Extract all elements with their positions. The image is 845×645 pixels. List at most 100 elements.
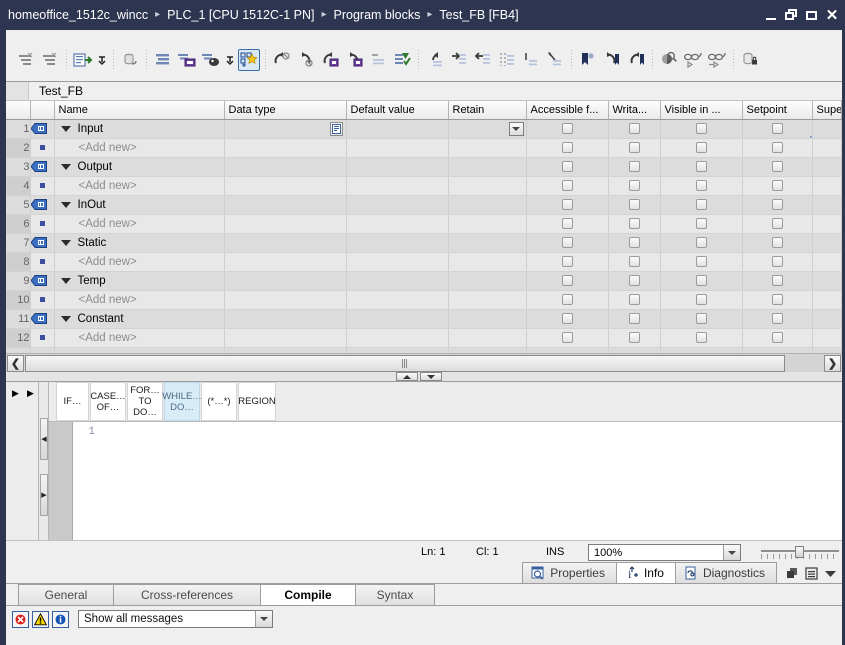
retain-dropdown-icon[interactable] [509, 122, 524, 136]
cell-add-new[interactable]: <Add new> [54, 138, 224, 157]
goto-previous-icon[interactable] [295, 49, 317, 71]
cell-add-new[interactable]: <Add new> [54, 252, 224, 271]
table-row[interactable]: 4 <Add new> [6, 176, 842, 195]
cell-setpoint[interactable] [742, 271, 812, 290]
status-insert-mode[interactable]: INS [546, 546, 564, 558]
zoom-slider[interactable] [761, 546, 839, 560]
cell-visible[interactable] [660, 176, 742, 195]
cell-writable[interactable] [608, 309, 660, 328]
scrollbar-track[interactable] [25, 355, 823, 372]
checkbox[interactable] [772, 218, 783, 229]
chevron-down-icon[interactable] [723, 545, 740, 560]
cell-setpoint[interactable] [742, 290, 812, 309]
checkbox[interactable] [696, 123, 707, 134]
cell-setpoint[interactable] [742, 328, 812, 347]
table-row[interactable]: 8 <Add new> [6, 252, 842, 271]
cell-supervision[interactable] [812, 195, 842, 214]
table-row[interactable]: 10 <Add new> [6, 290, 842, 309]
cell-datatype[interactable] [224, 214, 346, 233]
checkbox[interactable] [629, 218, 640, 229]
checkbox[interactable] [772, 332, 783, 343]
col-header-setpoint[interactable]: Setpoint [742, 101, 812, 119]
breadcrumb-block[interactable]: Test_FB [FB4] [439, 8, 518, 22]
table-row[interactable]: 6 <Add new> [6, 214, 842, 233]
checkbox[interactable] [696, 275, 707, 286]
chevron-down-icon[interactable] [61, 316, 71, 322]
table-row[interactable]: 2 <Add new> [6, 138, 842, 157]
indent-left-icon[interactable] [472, 49, 494, 71]
table-row[interactable]: 1 Input [6, 119, 842, 138]
message-filter-combobox[interactable]: Show all messages [78, 610, 273, 628]
cell-supervision[interactable] [812, 252, 842, 271]
checkbox[interactable] [629, 199, 640, 210]
cell-name[interactable]: Output [54, 157, 224, 176]
checkbox[interactable] [629, 142, 640, 153]
checkbox[interactable] [629, 275, 640, 286]
cell-datatype[interactable] [224, 290, 346, 309]
checkbox[interactable] [696, 294, 707, 305]
scroll-left-icon[interactable]: ❮ [7, 355, 24, 372]
checkbox[interactable] [562, 199, 573, 210]
cell-writable[interactable] [608, 214, 660, 233]
cell-visible[interactable] [660, 195, 742, 214]
nav-expand-left-icon[interactable]: ▶ [12, 388, 19, 399]
collapse-all-icon[interactable] [15, 49, 37, 71]
cell-datatype[interactable] [224, 309, 346, 328]
undo-network-icon[interactable] [271, 49, 293, 71]
nav-collapse-icon[interactable]: ◀ [40, 418, 48, 460]
nav-expand-right-icon[interactable]: ▶ [27, 388, 34, 399]
table-row[interactable]: 9 Temp [6, 271, 842, 290]
tab-properties[interactable]: Properties [522, 562, 617, 583]
add-output-icon[interactable] [200, 49, 222, 71]
cell-setpoint[interactable] [742, 176, 812, 195]
checkbox[interactable] [629, 294, 640, 305]
cell-retain[interactable] [448, 176, 526, 195]
cell-setpoint[interactable] [742, 138, 812, 157]
checkbox[interactable] [696, 332, 707, 343]
protect-block-icon[interactable] [739, 49, 761, 71]
cell-visible[interactable] [660, 233, 742, 252]
information-icon[interactable] [52, 611, 69, 628]
cell-accessible[interactable] [526, 119, 608, 138]
chevron-down-icon[interactable] [61, 164, 71, 170]
cell-visible[interactable] [660, 214, 742, 233]
checkbox[interactable] [772, 142, 783, 153]
cell-datatype[interactable] [224, 233, 346, 252]
cell-writable[interactable] [608, 328, 660, 347]
cell-retain[interactable] [448, 157, 526, 176]
col-header-rownum[interactable] [6, 101, 30, 119]
watch-off-icon[interactable] [706, 49, 728, 71]
monitor-icon[interactable] [658, 49, 680, 71]
checkbox[interactable] [562, 142, 573, 153]
checkbox[interactable] [772, 294, 783, 305]
cell-datatype[interactable] [224, 138, 346, 157]
error-icon[interactable] [12, 611, 29, 628]
checkbox[interactable] [562, 313, 573, 324]
cell-retain[interactable] [448, 271, 526, 290]
cell-retain[interactable] [448, 195, 526, 214]
cell-writable[interactable] [608, 157, 660, 176]
checkbox[interactable] [629, 237, 640, 248]
bookmark-prev-icon[interactable] [601, 49, 623, 71]
checkbox[interactable] [562, 180, 573, 191]
cell-defaultvalue[interactable] [346, 252, 448, 271]
checkbox[interactable] [629, 332, 640, 343]
col-header-icon[interactable] [30, 101, 54, 119]
checkbox[interactable] [772, 237, 783, 248]
cell-writable[interactable] [608, 119, 660, 138]
cell-writable[interactable] [608, 138, 660, 157]
checkbox[interactable] [629, 256, 640, 267]
checkbox[interactable] [562, 294, 573, 305]
cell-setpoint[interactable] [742, 214, 812, 233]
checkbox[interactable] [772, 161, 783, 172]
cell-writable[interactable] [608, 252, 660, 271]
show-structure-icon[interactable] [152, 49, 174, 71]
compile-icon[interactable] [391, 49, 413, 71]
cell-supervision[interactable] [812, 119, 842, 138]
cell-writable[interactable] [608, 233, 660, 252]
cell-defaultvalue[interactable] [346, 214, 448, 233]
cell-supervision[interactable] [812, 328, 842, 347]
cell-retain[interactable] [448, 252, 526, 271]
splitter-up-icon[interactable] [396, 372, 418, 381]
checkbox[interactable] [696, 218, 707, 229]
